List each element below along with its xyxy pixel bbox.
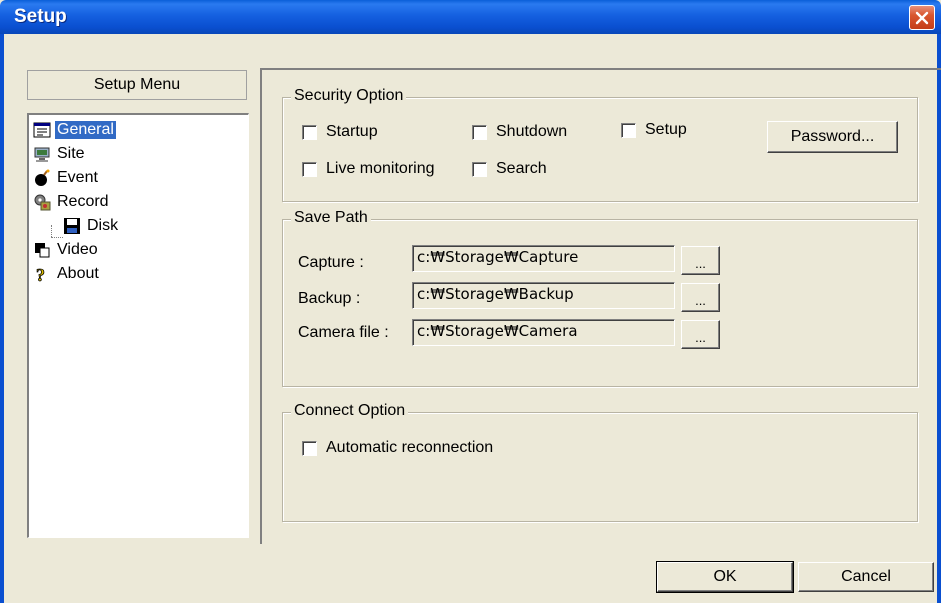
checkbox-label: Automatic reconnection (326, 439, 494, 456)
general-icon (33, 121, 51, 139)
live-monitoring-checkbox[interactable]: Live monitoring (302, 160, 435, 178)
startup-checkbox[interactable]: Startup (302, 123, 378, 141)
setup-menu-header: Setup Menu (27, 70, 247, 100)
sidebar-item-label: Event (57, 169, 98, 186)
security-option-title: Security Option (291, 87, 407, 105)
checkbox-box[interactable] (472, 161, 487, 177)
checkbox-label: Shutdown (496, 123, 568, 140)
capture-label: Capture : (298, 254, 364, 271)
password-button[interactable]: Password... (767, 121, 898, 153)
svg-text:?: ? (36, 265, 45, 283)
shutdown-checkbox[interactable]: Shutdown (472, 123, 567, 141)
browse-label: ... (695, 330, 706, 345)
about-icon: ? (33, 265, 51, 286)
close-icon (915, 11, 929, 24)
sidebar-item-label: Record (57, 193, 109, 210)
checkbox-label: Startup (326, 123, 378, 140)
search-checkbox[interactable]: Search (472, 160, 547, 178)
automatic-reconnection-checkbox[interactable]: Automatic reconnection (302, 439, 493, 457)
video-icon (33, 241, 51, 259)
camera-path-field[interactable]: c:₩Storage₩Camera (412, 319, 675, 346)
sidebar-item-label: General (55, 121, 116, 139)
camera-browse-button[interactable]: ... (681, 320, 720, 349)
close-button[interactable] (909, 5, 935, 30)
backup-path-field[interactable]: c:₩Storage₩Backup (412, 282, 675, 309)
connect-option-title: Connect Option (291, 402, 409, 420)
site-icon (33, 145, 51, 163)
sidebar-item-label: About (57, 265, 99, 282)
checkbox-label: Live monitoring (326, 160, 435, 177)
sidebar-item-label: Video (57, 241, 98, 258)
event-icon (33, 169, 51, 187)
setup-menu-tree[interactable]: General Site Event Record Disk Video ? A… (27, 113, 249, 538)
window-title: Setup (14, 6, 67, 27)
checkbox-box[interactable] (302, 124, 317, 140)
sidebar-item-label: Disk (87, 217, 119, 234)
checkbox-label: Search (496, 160, 547, 177)
backup-browse-button[interactable]: ... (681, 283, 720, 312)
ok-button-label: OK (713, 568, 737, 585)
capture-path-field[interactable]: c:₩Storage₩Capture (412, 245, 675, 272)
checkbox-box[interactable] (621, 122, 636, 138)
checkbox-box[interactable] (302, 161, 317, 177)
browse-label: ... (695, 293, 706, 308)
password-button-label: Password... (790, 128, 875, 145)
checkbox-label: Setup (645, 121, 687, 138)
browse-label: ... (695, 256, 706, 271)
sidebar-item-event[interactable]: Event (33, 167, 100, 189)
setup-checkbox[interactable]: Setup (621, 121, 687, 139)
sidebar-item-about[interactable]: ? About (33, 263, 101, 286)
cancel-button-label: Cancel (841, 568, 891, 585)
camera-file-label: Camera file : (298, 324, 389, 341)
sidebar-item-site[interactable]: Site (33, 143, 87, 165)
sidebar-item-disk[interactable]: Disk (63, 215, 120, 237)
capture-browse-button[interactable]: ... (681, 246, 720, 275)
title-bar[interactable]: Setup (0, 0, 941, 34)
cancel-button[interactable]: Cancel (798, 562, 934, 592)
connect-option-group (282, 412, 918, 522)
tree-connector (51, 225, 52, 237)
sidebar-item-video[interactable]: Video (33, 239, 100, 261)
sidebar-item-label: Site (57, 145, 85, 162)
checkbox-box[interactable] (302, 440, 317, 456)
tree-connector-h (51, 237, 63, 238)
disk-icon (63, 217, 81, 235)
setup-menu-title: Setup Menu (93, 76, 181, 93)
ok-button[interactable]: OK (656, 561, 794, 593)
backup-label: Backup : (298, 290, 361, 307)
save-path-title: Save Path (291, 209, 371, 227)
sidebar-item-record[interactable]: Record (33, 191, 111, 213)
record-icon (33, 193, 51, 211)
sidebar-item-general[interactable]: General (33, 119, 116, 141)
checkbox-box[interactable] (472, 124, 487, 140)
